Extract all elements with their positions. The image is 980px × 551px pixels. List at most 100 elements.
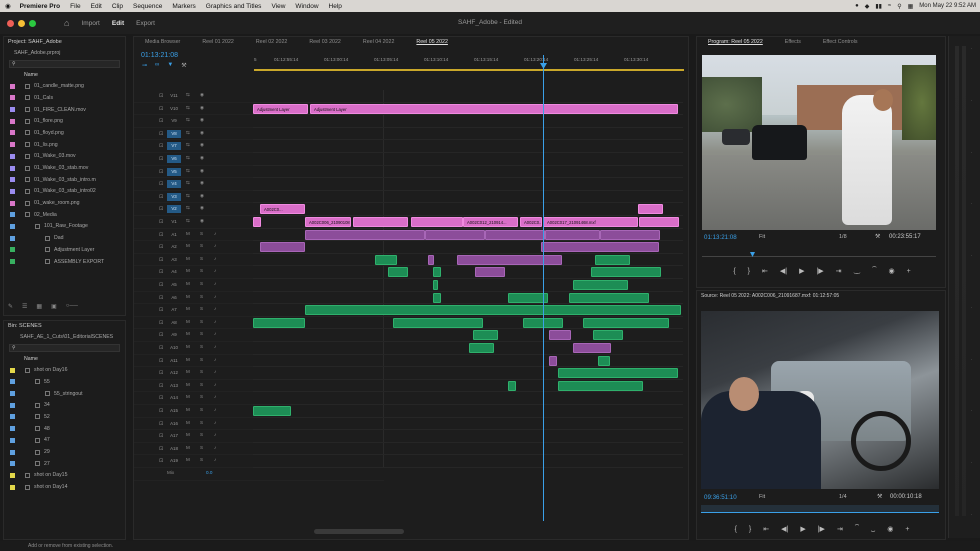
solo-button[interactable]: S — [200, 281, 203, 286]
pencil-icon[interactable]: ✎ — [8, 303, 13, 310]
video-clip[interactable] — [353, 217, 408, 227]
list-item[interactable]: 55 — [4, 376, 125, 388]
video-clip[interactable]: Adjustment Layer — [310, 103, 678, 114]
mute-button[interactable]: M — [186, 306, 190, 311]
export-frame-icon[interactable]: ◉ — [888, 267, 894, 275]
control-center-icon[interactable]: ▦ — [908, 3, 914, 10]
list-item[interactable]: 01_wake_room.png — [4, 197, 125, 209]
icon-view-icon[interactable]: ▦ — [36, 303, 42, 310]
horizontal-scrollbar[interactable] — [314, 529, 404, 534]
tab-sequence[interactable]: Reel 02 2022 — [245, 39, 299, 45]
mark-in-icon[interactable]: { — [733, 268, 735, 275]
track-label[interactable]: A17 — [167, 432, 181, 440]
app-name-menu[interactable]: Premiere Pro — [16, 3, 65, 10]
audio-clip[interactable] — [558, 380, 643, 391]
audio-clip[interactable] — [253, 406, 291, 416]
list-view-icon[interactable]: ☰ — [22, 303, 27, 310]
mute-button[interactable]: M — [186, 432, 190, 437]
eye-icon[interactable]: ◉ — [200, 155, 204, 161]
list-item[interactable]: 01_FIRE_CLEAN.mov — [4, 104, 125, 116]
step-forward-icon[interactable]: |▶ — [818, 525, 825, 533]
list-item[interactable]: 52 — [4, 411, 125, 423]
audio-clip[interactable] — [305, 305, 681, 316]
track-label[interactable]: A19 — [167, 457, 181, 465]
source-scrubber[interactable] — [701, 505, 939, 513]
tab-program[interactable]: Program: Reel 05 2022 — [697, 39, 774, 45]
lock-icon[interactable]: ⊡ — [159, 181, 163, 187]
solo-button[interactable]: S — [200, 420, 203, 425]
audio-clip-purple[interactable] — [457, 254, 562, 265]
source-fit-select[interactable]: Fit — [759, 494, 765, 500]
lock-icon[interactable]: ⊡ — [159, 232, 163, 238]
lock-icon[interactable]: ⊡ — [159, 433, 163, 439]
audio-clip[interactable] — [583, 317, 669, 328]
audio-clip[interactable] — [591, 267, 661, 278]
program-scale-select[interactable]: 1/8 — [839, 234, 847, 240]
track-label[interactable]: V1 — [167, 218, 181, 226]
bin-name-column[interactable]: Name — [4, 353, 125, 365]
audio-clip[interactable] — [433, 280, 438, 290]
eye-icon[interactable]: ◉ — [200, 218, 204, 224]
eye-icon[interactable]: ◉ — [200, 168, 204, 174]
track-label[interactable]: A6 — [167, 294, 181, 302]
list-item[interactable]: 55_stringout — [4, 388, 125, 400]
track-label[interactable]: A15 — [167, 407, 181, 415]
lock-icon[interactable]: ⊡ — [159, 156, 163, 162]
cc-icon[interactable]: ● — [855, 3, 859, 9]
lock-icon[interactable]: ⊡ — [159, 458, 163, 464]
solo-button[interactable]: S — [200, 243, 203, 248]
list-item[interactable]: 01_lis.png — [4, 139, 125, 151]
sync-icon[interactable]: ⇆ — [186, 180, 190, 186]
mute-button[interactable]: M — [186, 256, 190, 261]
track-label[interactable]: A13 — [167, 382, 181, 390]
video-clip[interactable]: A002C0... — [260, 204, 305, 215]
solo-button[interactable]: S — [200, 357, 203, 362]
lock-icon[interactable]: ⊡ — [159, 131, 163, 137]
track-label[interactable]: V11 — [167, 92, 181, 100]
lock-icon[interactable]: ⊡ — [159, 106, 163, 112]
track-label[interactable]: V7 — [167, 142, 181, 151]
audio-clip[interactable] — [593, 330, 623, 341]
list-item[interactable]: shot on Day14 — [4, 481, 125, 493]
go-to-in-icon[interactable]: ⇤ — [763, 525, 769, 533]
wrench-icon[interactable]: ⚒ — [877, 493, 882, 500]
list-item[interactable]: Adjustment Layer — [4, 244, 125, 256]
tab-export[interactable]: Export — [136, 20, 155, 27]
mute-button[interactable]: M — [186, 357, 190, 362]
list-item[interactable]: 01_flore.png — [4, 115, 125, 127]
bin-search-input[interactable]: ⚲ — [9, 343, 120, 352]
track-label[interactable]: V10 — [167, 105, 181, 113]
home-icon[interactable]: ⌂ — [64, 18, 69, 28]
solo-button[interactable]: S — [200, 344, 203, 349]
audio-clip-purple[interactable] — [545, 229, 600, 240]
audio-clip-purple[interactable] — [573, 343, 611, 353]
lock-icon[interactable]: ⊡ — [159, 370, 163, 376]
work-area-bar[interactable] — [254, 69, 684, 71]
mic-icon[interactable]: ♪ — [214, 445, 216, 450]
track-label[interactable]: A4 — [167, 268, 181, 276]
eye-icon[interactable]: ◉ — [200, 142, 204, 148]
play-icon[interactable]: ▶ — [800, 525, 805, 533]
play-icon[interactable]: ▶ — [799, 267, 804, 275]
go-to-in-icon[interactable]: ⇤ — [762, 267, 768, 275]
audio-clip[interactable] — [393, 317, 483, 328]
sync-icon[interactable]: ⇆ — [186, 168, 190, 174]
bin-panel-title[interactable]: Bin: SCENES — [4, 321, 125, 331]
timeline-timecode[interactable]: 01:13:21:08 — [141, 52, 178, 59]
tab-sequence[interactable]: Reel 05 2022 — [405, 39, 459, 45]
eye-icon[interactable]: ◉ — [200, 205, 204, 211]
add-button-icon[interactable]: + — [907, 268, 911, 275]
sync-icon[interactable]: ⇆ — [186, 142, 190, 148]
audio-clip-purple[interactable] — [305, 229, 425, 240]
audio-clip-purple[interactable] — [600, 229, 660, 240]
mic-icon[interactable]: ♪ — [214, 319, 216, 324]
video-clip[interactable] — [253, 217, 261, 227]
tab-sequence[interactable]: Reel 03 2022 — [298, 39, 352, 45]
video-clip[interactable]: Adjustment Layer — [253, 103, 308, 114]
project-panel-title[interactable]: Project: SAHF_Adobe — [4, 37, 125, 47]
audio-clip[interactable] — [558, 368, 678, 379]
menu-graphics[interactable]: Graphics and Titles — [201, 3, 267, 10]
list-item[interactable]: Dad — [4, 232, 125, 244]
video-clip[interactable]: A002C006_210901087.mxf — [305, 217, 351, 227]
mic-icon[interactable]: ♪ — [214, 231, 216, 236]
